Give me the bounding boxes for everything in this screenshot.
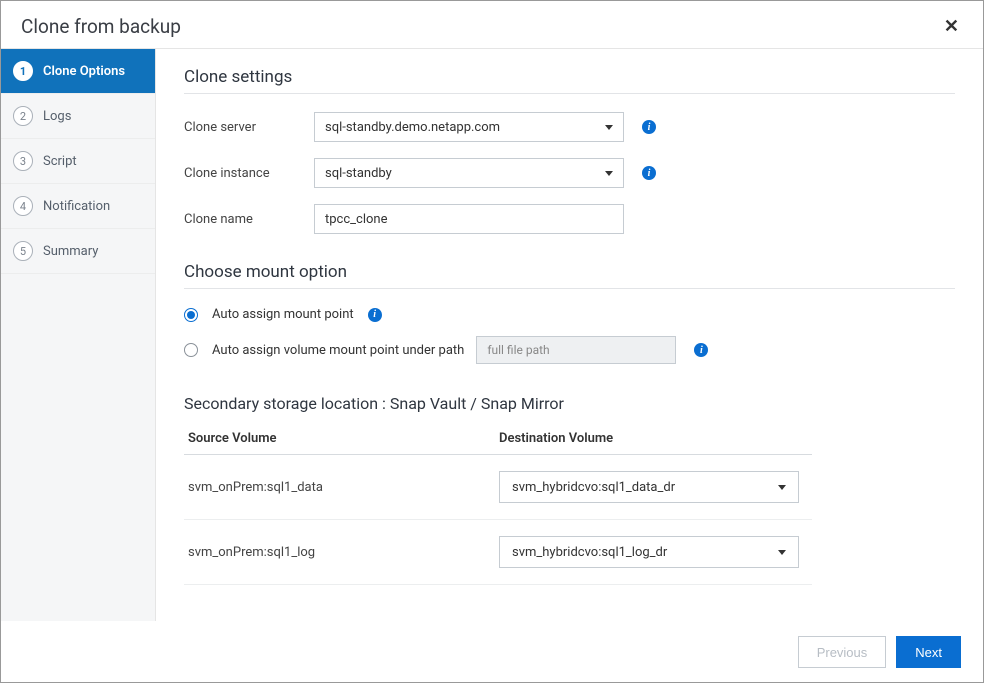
clone-server-select[interactable]: sql-standby.demo.netapp.com xyxy=(314,112,624,142)
clone-settings-heading: Clone settings xyxy=(184,67,955,87)
sidebar-item-clone-options[interactable]: 1 Clone Options xyxy=(1,49,155,94)
sidebar-item-logs[interactable]: 2 Logs xyxy=(1,94,155,139)
clone-dialog: Clone from backup ✕ 1 Clone Options 2 Lo… xyxy=(0,0,984,683)
destination-volume-value: svm_hybridcvo:sql1_log_dr xyxy=(512,545,667,560)
storage-table-head: Source Volume Destination Volume xyxy=(184,431,812,455)
storage-heading: Secondary storage location : Snap Vault … xyxy=(184,394,955,413)
col-source-volume: Source Volume xyxy=(184,431,499,446)
destination-volume-value: svm_hybridcvo:sql1_data_dr xyxy=(512,480,675,495)
radio-auto-mount[interactable] xyxy=(184,308,198,322)
step-label: Notification xyxy=(43,199,110,214)
storage-section: Secondary storage location : Snap Vault … xyxy=(184,394,955,585)
radio-path-mount-label: Auto assign volume mount point under pat… xyxy=(212,343,464,358)
clone-server-value: sql-standby.demo.netapp.com xyxy=(325,120,500,135)
step-label: Script xyxy=(43,154,77,169)
content-area: Clone settings Clone server sql-standby.… xyxy=(156,49,983,621)
radio-auto-mount-label: Auto assign mount point xyxy=(212,307,354,322)
dialog-header: Clone from backup ✕ xyxy=(1,1,983,49)
sidebar-item-script[interactable]: 3 Script xyxy=(1,139,155,184)
source-volume-text: svm_onPrem:sql1_data xyxy=(184,480,499,495)
clone-instance-select[interactable]: sql-standby xyxy=(314,158,624,188)
chevron-down-icon xyxy=(778,550,786,555)
info-icon[interactable]: i xyxy=(368,308,382,322)
clone-instance-value: sql-standby xyxy=(325,166,392,181)
mount-heading: Choose mount option xyxy=(184,262,955,282)
destination-volume-select[interactable]: svm_hybridcvo:sql1_data_dr xyxy=(499,471,799,503)
storage-table: Source Volume Destination Volume svm_onP… xyxy=(184,431,812,585)
mount-path-input[interactable]: full file path xyxy=(476,336,676,364)
dialog-footer: Previous Next xyxy=(1,621,983,682)
dialog-title: Clone from backup xyxy=(21,15,181,38)
source-volume-text: svm_onPrem:sql1_log xyxy=(184,545,499,560)
destination-volume-select[interactable]: svm_hybridcvo:sql1_log_dr xyxy=(499,536,799,568)
step-number: 5 xyxy=(13,241,33,261)
clone-name-value: tpcc_clone xyxy=(325,212,387,227)
divider xyxy=(184,93,955,94)
wizard-sidebar: 1 Clone Options 2 Logs 3 Script 4 Notifi… xyxy=(1,49,156,621)
dialog-body: 1 Clone Options 2 Logs 3 Script 4 Notifi… xyxy=(1,49,983,621)
clone-name-row: Clone name tpcc_clone xyxy=(184,204,955,234)
step-number: 1 xyxy=(13,61,33,81)
table-row: svm_onPrem:sql1_log svm_hybridcvo:sql1_l… xyxy=(184,520,812,585)
chevron-down-icon xyxy=(605,125,613,130)
info-icon[interactable]: i xyxy=(642,120,656,134)
step-number: 4 xyxy=(13,196,33,216)
step-label: Logs xyxy=(43,109,71,124)
sidebar-item-notification[interactable]: 4 Notification xyxy=(1,184,155,229)
radio-path-mount[interactable] xyxy=(184,343,198,357)
step-label: Clone Options xyxy=(43,64,125,79)
chevron-down-icon xyxy=(605,171,613,176)
clone-server-label: Clone server xyxy=(184,120,314,135)
divider xyxy=(184,288,955,289)
clone-server-row: Clone server sql-standby.demo.netapp.com… xyxy=(184,112,955,142)
step-label: Summary xyxy=(43,244,98,259)
table-row: svm_onPrem:sql1_data svm_hybridcvo:sql1_… xyxy=(184,455,812,520)
mount-option-path: Auto assign volume mount point under pat… xyxy=(184,336,955,364)
col-destination-volume: Destination Volume xyxy=(499,431,812,446)
step-number: 3 xyxy=(13,151,33,171)
clone-name-input[interactable]: tpcc_clone xyxy=(314,204,624,234)
mount-option-auto: Auto assign mount point i xyxy=(184,307,955,322)
info-icon[interactable]: i xyxy=(642,166,656,180)
clone-instance-row: Clone instance sql-standby i xyxy=(184,158,955,188)
close-icon[interactable]: ✕ xyxy=(940,16,963,37)
next-button[interactable]: Next xyxy=(896,636,961,668)
mount-section: Choose mount option Auto assign mount po… xyxy=(184,262,955,364)
step-number: 2 xyxy=(13,106,33,126)
previous-button[interactable]: Previous xyxy=(798,636,887,668)
sidebar-item-summary[interactable]: 5 Summary xyxy=(1,229,155,274)
chevron-down-icon xyxy=(778,485,786,490)
info-icon[interactable]: i xyxy=(694,343,708,357)
clone-instance-label: Clone instance xyxy=(184,166,314,181)
clone-name-label: Clone name xyxy=(184,212,314,227)
